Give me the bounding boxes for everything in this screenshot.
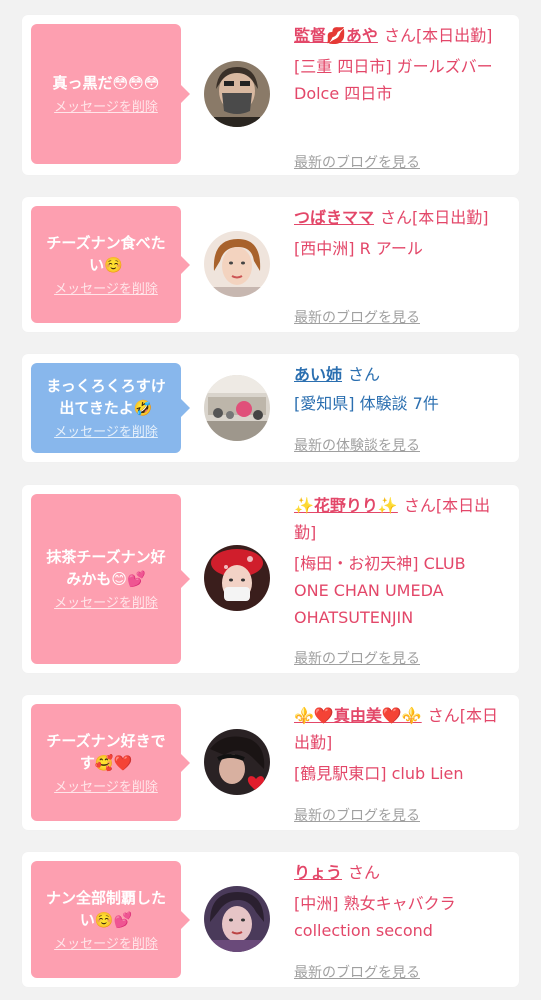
message-bubble: チーズナン食べたい☺️ メッセージを削除 <box>31 206 190 323</box>
honorific-status: さん <box>348 365 381 384</box>
shop-location: [鶴見駅東口] club Lien <box>294 764 464 783</box>
profile-name[interactable]: あい姉 <box>294 365 342 384</box>
delete-message-link[interactable]: メッセージを削除 <box>54 937 158 953</box>
shop-location: [三重 四日市] ガールズバー Dolce 四日市 <box>294 57 493 103</box>
profile-info: ✨花野りり✨ さん[本日出勤] [梅田・お初天神] CLUB ONE CHAN U… <box>294 492 504 667</box>
profile-name[interactable]: りょう <box>294 863 342 882</box>
profile-info: りょう さん [中洲] 熟女キャバクラ collection second 最新の… <box>294 859 504 981</box>
profile-info: 監督💋あや さん[本日出勤] [三重 四日市] ガールズバー Dolce 四日市 … <box>294 22 504 171</box>
delete-message-link[interactable]: メッセージを削除 <box>54 100 158 116</box>
person-mask-avatar-icon[interactable] <box>204 61 270 127</box>
shop-location: [梅田・お初天神] CLUB ONE CHAN UMEDA OHATSUTENJ… <box>294 554 466 627</box>
profile-info: つばきママ さん[本日出勤] [西中洲] R アール 最新のブログを見る <box>294 204 504 326</box>
shop-location: [中洲] 熟女キャバクラ collection second <box>294 894 456 940</box>
profile-info: あい姉 さん [愛知県] 体験談 7件 最新の体験談を見る <box>294 361 504 454</box>
profile-name[interactable]: 監督💋あや <box>294 26 378 45</box>
delete-message-link[interactable]: メッセージを削除 <box>54 780 158 796</box>
message-text: チーズナン好きです🥰❤️ <box>46 731 166 772</box>
message-bubble: ナン全部制覇したい☺️💕 メッセージを削除 <box>31 861 190 978</box>
list-item: チーズナン好きです🥰❤️ メッセージを削除 ⚜️❤️真由美❤️⚜️ さん[本日出勤… <box>22 695 519 830</box>
view-latest-blog-link[interactable]: 最新のブログを見る <box>294 150 420 177</box>
profile-name[interactable]: ✨花野りり✨ <box>294 496 398 515</box>
message-text: チーズナン食べたい☺️ <box>46 233 166 274</box>
list-item: チーズナン食べたい☺️ メッセージを削除 つばきママ さん[本日出勤] [西中洲]… <box>22 197 519 332</box>
crowd-photo-avatar-icon[interactable] <box>204 375 270 441</box>
message-text: ナン全部制覇したい☺️💕 <box>45 888 166 929</box>
message-bubble: 抹茶チーズナン好みかも😊💕 メッセージを削除 <box>31 494 190 664</box>
view-latest-blog-link[interactable]: 最新のブログを見る <box>294 646 420 673</box>
list-item: まっくろくろすけ出てきたよ🤣 メッセージを削除 あい姉 さん [愛知県] 体験談 … <box>22 354 519 462</box>
delete-message-link[interactable]: メッセージを削除 <box>54 596 158 612</box>
view-latest-blog-link[interactable]: 最新のブログを見る <box>294 305 420 332</box>
woman-purple-avatar-icon[interactable] <box>204 886 270 952</box>
delete-message-link[interactable]: メッセージを削除 <box>54 425 158 441</box>
honorific-status: さん[本日出勤] <box>380 208 489 227</box>
woman-red-hat-avatar-icon[interactable] <box>204 545 270 611</box>
list-item: 真っ黒だ😳😳😳 メッセージを削除 監督💋あや さん[本日出勤] [三重 四日市] … <box>22 15 519 175</box>
message-text: まっくろくろすけ出てきたよ🤣 <box>46 377 166 417</box>
view-latest-blog-link[interactable]: 最新のブログを見る <box>294 803 420 830</box>
profile-info: ⚜️❤️真由美❤️⚜️ さん[本日出勤] [鶴見駅東口] club Lien 最新… <box>294 702 504 824</box>
list-item: ナン全部制覇したい☺️💕 メッセージを削除 りょう さん [中洲] 熟女キャバクラ… <box>22 852 519 987</box>
dark-portrait-heart-avatar-icon[interactable] <box>204 729 270 795</box>
profile-name[interactable]: つばきママ <box>294 208 374 227</box>
view-latest-review-link[interactable]: 最新の体験談を見る <box>294 433 420 460</box>
message-list: 真っ黒だ😳😳😳 メッセージを削除 監督💋あや さん[本日出勤] [三重 四日市] … <box>0 0 541 1000</box>
honorific-status: さん[本日出勤] <box>383 26 493 45</box>
list-item: 抹茶チーズナン好みかも😊💕 メッセージを削除 ✨花野りり✨ さん[本日出勤] [梅… <box>22 485 519 673</box>
view-latest-blog-link[interactable]: 最新のブログを見る <box>294 960 420 987</box>
honorific-status: さん <box>348 863 381 882</box>
message-text: 抹茶チーズナン好みかも😊💕 <box>46 548 166 588</box>
message-bubble: 真っ黒だ😳😳😳 メッセージを削除 <box>31 24 190 164</box>
message-text: 真っ黒だ😳😳😳 <box>52 74 160 92</box>
message-bubble: まっくろくろすけ出てきたよ🤣 メッセージを削除 <box>31 363 190 453</box>
shop-location: [西中洲] R アール <box>294 239 423 258</box>
message-bubble: チーズナン好きです🥰❤️ メッセージを削除 <box>31 704 190 821</box>
profile-name[interactable]: ⚜️❤️真由美❤️⚜️ <box>294 706 422 725</box>
delete-message-link[interactable]: メッセージを削除 <box>54 282 158 298</box>
shop-location: [愛知県] 体験談 7件 <box>294 394 439 413</box>
woman-avatar-icon[interactable] <box>204 231 270 297</box>
